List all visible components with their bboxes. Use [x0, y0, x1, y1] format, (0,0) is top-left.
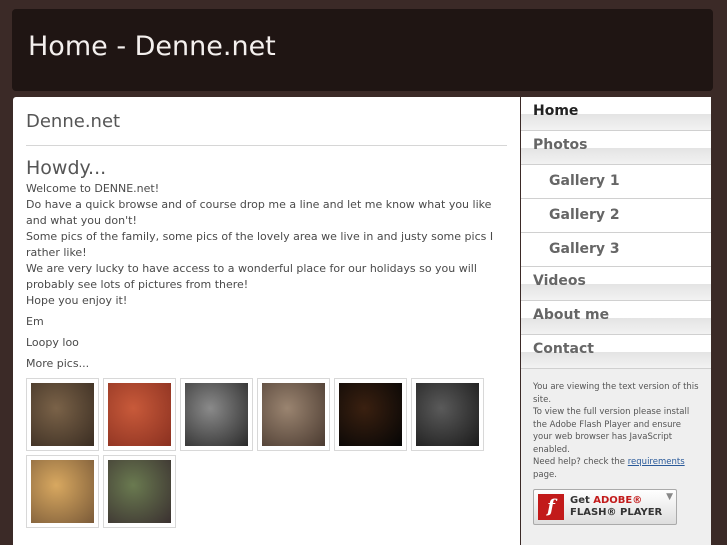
- thumbnail-image: [262, 383, 325, 446]
- thumbnail[interactable]: [26, 455, 99, 528]
- thumbnail[interactable]: [180, 378, 253, 451]
- thumbnail[interactable]: [411, 378, 484, 451]
- welcome-line: Some pics of the family, some pics of th…: [26, 230, 494, 259]
- thumbnail-image: [416, 383, 479, 446]
- site-header: Home - Denne.net: [12, 9, 713, 91]
- site-title: Denne.net: [26, 111, 507, 146]
- nav-item-home[interactable]: Home: [521, 97, 711, 131]
- thumbnail-image: [185, 383, 248, 446]
- thumbnail-image: [108, 383, 171, 446]
- download-arrow-icon: ▼: [666, 492, 673, 502]
- flash-notice-line: You are viewing the text version of this…: [533, 382, 699, 405]
- thumbnail-image: [31, 383, 94, 446]
- get-flash-player-button[interactable]: f Get ADOBE® FLASH® PLAYER ▼: [533, 489, 677, 525]
- signature-em: Em: [26, 315, 44, 328]
- thumbnail-gallery: [26, 378, 506, 532]
- nav-item-gallery-1[interactable]: Gallery 1: [521, 165, 711, 199]
- flash-notice: You are viewing the text version of this…: [521, 369, 711, 481]
- flash-help-prefix: Need help? check the: [533, 457, 626, 467]
- thumbnail-image: [339, 383, 402, 446]
- flash-help: Need help? check the requirements page.: [533, 456, 699, 481]
- thumbnail[interactable]: [103, 455, 176, 528]
- thumbnail[interactable]: [103, 378, 176, 451]
- welcome-heading: Howdy...: [26, 157, 107, 179]
- flash-help-suffix: page.: [533, 469, 557, 480]
- flash-notice-line: To view the full version please install …: [533, 407, 690, 455]
- welcome-text: Welcome to DENNE.net! Do have a quick br…: [26, 181, 507, 309]
- nav-item-videos[interactable]: Videos: [521, 267, 711, 301]
- sidebar: Home Photos Gallery 1 Gallery 2 Gallery 3 Vid…: [521, 97, 711, 545]
- welcome-line: We are very lucky to have access to a wo…: [26, 262, 477, 291]
- page-title: Home - Denne.net: [28, 31, 276, 62]
- sidebar-nav: Home Photos Gallery 1 Gallery 2 Gallery 3 Vid…: [521, 97, 711, 369]
- thumbnail[interactable]: [257, 378, 330, 451]
- flash-badge-line1: Get ADOBE®: [570, 495, 642, 506]
- nav-item-photos[interactable]: Photos: [521, 131, 711, 165]
- requirements-link[interactable]: requirements: [628, 457, 685, 467]
- nav-item-gallery-3[interactable]: Gallery 3: [521, 233, 711, 267]
- welcome-line: Do have a quick browse and of course dro…: [26, 198, 492, 227]
- thumbnail-image: [31, 460, 94, 523]
- nav-item-contact[interactable]: Contact: [521, 335, 711, 369]
- thumbnail[interactable]: [334, 378, 407, 451]
- flash-badge-adobe: ADOBE®: [593, 495, 643, 506]
- welcome-line: Hope you enjoy it!: [26, 294, 128, 307]
- signature-loopy: Loopy loo: [26, 336, 79, 349]
- flash-badge-get: Get: [570, 495, 590, 506]
- thumbnail[interactable]: [26, 378, 99, 451]
- flash-logo-icon: f: [538, 494, 564, 520]
- welcome-line: Welcome to DENNE.net!: [26, 182, 160, 195]
- flash-badge-player: FLASH® PLAYER: [570, 507, 663, 518]
- main-content: Denne.net Howdy... Welcome to DENNE.net!…: [13, 97, 520, 545]
- more-pics-label: More pics...: [26, 357, 90, 370]
- nav-item-gallery-2[interactable]: Gallery 2: [521, 199, 711, 233]
- nav-item-about-me[interactable]: About me: [521, 301, 711, 335]
- thumbnail-image: [108, 460, 171, 523]
